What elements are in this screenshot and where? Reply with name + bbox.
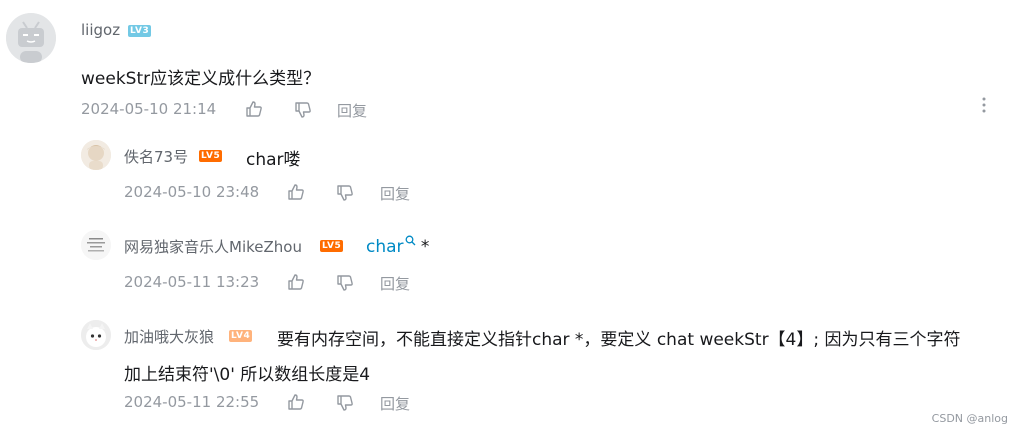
level-badge: LV3 (128, 25, 152, 37)
like-icon[interactable] (287, 183, 305, 201)
watermark: CSDN @anlog (931, 412, 1008, 425)
dislike-icon[interactable] (336, 394, 354, 412)
default-avatar-icon (6, 13, 56, 63)
level-badge: LV4 (229, 330, 253, 342)
more-icon[interactable] (981, 96, 987, 114)
reply-text: char * (366, 235, 429, 257)
reply-time: 2024-05-10 23:48 (124, 183, 260, 201)
reply-button[interactable]: 回复 (380, 273, 410, 294)
reply-button[interactable]: 回复 (337, 100, 367, 121)
reply-time: 2024-05-11 22:55 (124, 393, 260, 411)
level-badge: LV5 (199, 150, 223, 162)
reply-text: 要有内存空间，不能直接定义指针char *，要定义 chat weekStr【4… (277, 330, 961, 350)
username[interactable]: liigoz (81, 21, 120, 39)
reply-text-suffix: * (415, 237, 430, 257)
comment-text: weekStr应该定义成什么类型？ (81, 69, 321, 89)
user-avatar-icon (81, 320, 111, 350)
level-badge: LV5 (320, 240, 344, 252)
avatar[interactable] (81, 140, 111, 170)
username[interactable]: 佚名73号 (124, 146, 188, 167)
reply-button[interactable]: 回复 (380, 183, 410, 204)
search-link[interactable]: char (366, 237, 404, 257)
reply-time: 2024-05-11 13:23 (124, 273, 260, 291)
like-icon[interactable] (245, 100, 263, 118)
dislike-icon[interactable] (294, 101, 312, 119)
username[interactable]: 加油哦大灰狼 (124, 326, 214, 347)
dislike-icon[interactable] (336, 274, 354, 292)
avatar[interactable] (6, 13, 56, 63)
avatar[interactable] (81, 320, 111, 350)
search-icon[interactable] (405, 235, 416, 246)
like-icon[interactable] (287, 273, 305, 291)
user-avatar-icon (81, 230, 111, 260)
reply-text: char喽 (246, 150, 301, 170)
dislike-icon[interactable] (336, 184, 354, 202)
comment-time: 2024-05-10 21:14 (81, 100, 217, 118)
reply-button[interactable]: 回复 (380, 393, 410, 414)
like-icon[interactable] (287, 393, 305, 411)
avatar[interactable] (81, 230, 111, 260)
reply-text-continued: 加上结束符'\0' 所以数组长度是4 (124, 365, 371, 385)
user-avatar-icon (81, 140, 111, 170)
username[interactable]: 网易独家音乐人MikeZhou (124, 236, 302, 257)
